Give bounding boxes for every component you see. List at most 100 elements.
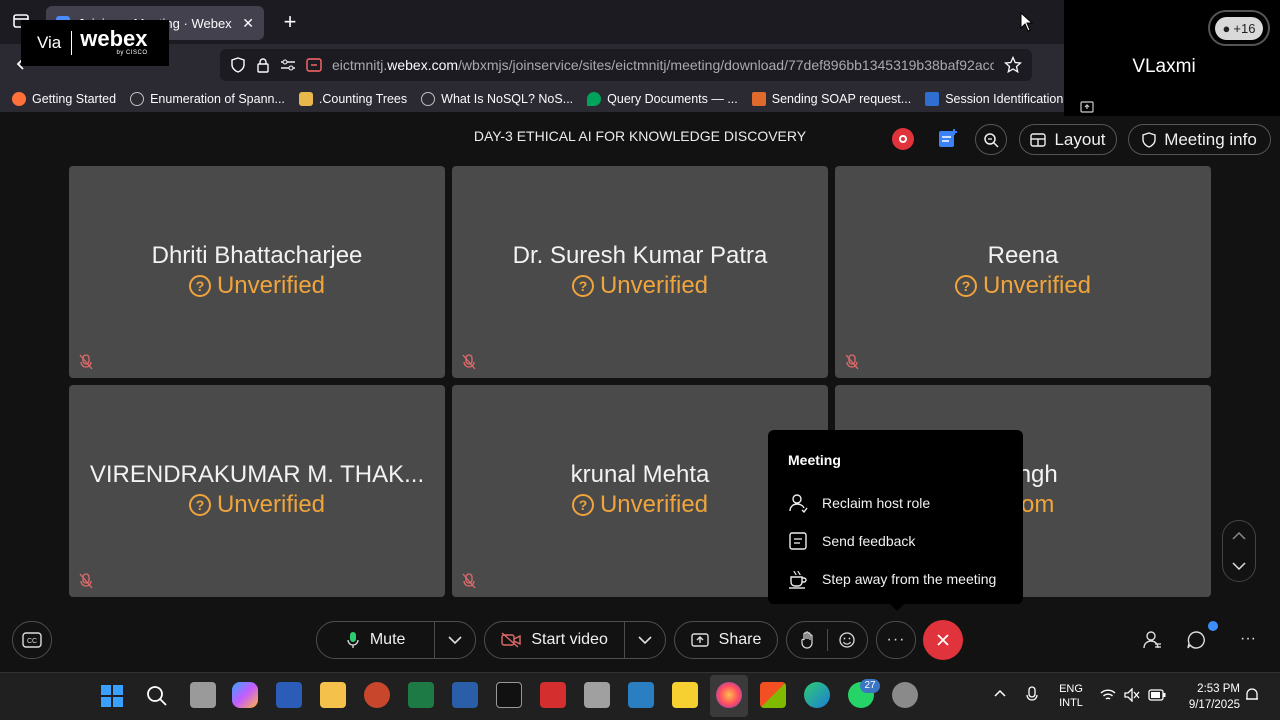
question-icon: ? [188,275,211,297]
menu-title: Meeting [788,452,841,468]
more-options-button[interactable]: ··· [876,621,916,659]
verification-status: ? Unverified [835,272,1211,300]
bookmark-item[interactable]: Sending SOAP request... [751,92,911,106]
permissions-icon[interactable] [280,58,296,72]
send-feedback-item[interactable]: Send feedback [788,522,1003,560]
wifi-icon[interactable] [1100,688,1116,702]
reactions-button[interactable] [827,622,867,658]
start-video-button[interactable]: Start video [485,622,624,658]
video-tile[interactable]: Reena ? Unverified [835,166,1211,378]
app-icon[interactable] [628,682,654,708]
acrobat-icon[interactable] [540,682,566,708]
chat-button[interactable] [1186,630,1206,650]
clock[interactable]: 2:53 PM 9/17/2025 [1176,681,1240,713]
video-tile[interactable]: Dhriti Bhattacharjee ? Unverified [69,166,445,378]
raise-hand-icon [801,631,813,649]
copilot-icon[interactable] [232,682,258,708]
store-icon[interactable] [760,682,786,708]
ellipsis-icon: ··· [886,631,906,648]
mic-muted-icon [462,354,476,370]
video-tile[interactable]: VIRENDRAKUMAR M. THAK... ? Unverified [69,385,445,597]
bookmark-item[interactable]: .Counting Trees [298,92,407,106]
zoom-button[interactable] [975,124,1007,155]
meeting-info-button[interactable]: Meeting info [1128,124,1271,155]
participants-button[interactable] [1142,630,1162,650]
firefox-icon[interactable] [716,682,742,708]
language-indicator[interactable]: ENG INTL [1056,682,1086,710]
shield-icon[interactable] [230,57,246,73]
badge-divider [71,31,73,55]
microphone-tray-icon[interactable] [1026,686,1038,704]
app-icon[interactable] [584,682,610,708]
layout-label: Layout [1054,129,1106,149]
bookmark-star-icon[interactable] [1004,56,1022,74]
powershell-icon[interactable] [452,682,478,708]
leave-meeting-button[interactable] [923,620,963,660]
more-panels-ellipsis-icon[interactable]: ··· [1240,630,1256,648]
excel-icon[interactable] [408,682,434,708]
tile-page-scroller[interactable] [1222,520,1256,582]
search-icon[interactable] [146,685,168,707]
url-bar[interactable]: eictmnitj.webex.com/wbxmjs/joinservice/s… [220,49,1032,81]
chevron-down-icon [638,636,652,644]
layout-button[interactable]: Layout [1019,124,1117,155]
participant-name: Reena [987,242,1059,269]
video-options-button[interactable] [625,622,665,658]
participant-name: Dr. Suresh Kumar Patra [512,242,768,269]
word-icon[interactable] [276,682,302,708]
notes-icon[interactable] [937,127,959,149]
chevron-up-icon[interactable] [994,689,1006,697]
battery-icon[interactable] [1148,689,1166,701]
mouse-cursor-icon [1020,12,1034,32]
popout-icon[interactable] [1080,101,1094,113]
video-tile[interactable]: Dr. Suresh Kumar Patra ? Unverified [452,166,828,378]
bookmark-item[interactable]: Enumeration of Spann... [130,92,285,106]
audio-options-button[interactable] [435,622,475,658]
recording-icon[interactable] [892,128,914,150]
task-view-icon[interactable] [190,682,216,708]
mute-button[interactable]: Mute [317,622,434,658]
volume-muted-icon[interactable] [1124,688,1140,702]
powerpoint-icon[interactable] [364,682,390,708]
chevron-up-icon [1232,532,1246,540]
url-text[interactable]: eictmnitj.webex.com/wbxmjs/joinservice/s… [332,57,994,73]
reactions-control [786,621,868,659]
edge-icon[interactable] [804,682,830,708]
question-icon: ? [571,275,594,297]
captions-button[interactable]: CC [12,621,52,659]
file-explorer-icon[interactable] [320,682,346,708]
participant-name: VIRENDRAKUMAR M. THAK... [89,461,425,488]
close-tab-icon[interactable]: ✕ [242,15,254,32]
reclaim-host-role-item[interactable]: Reclaim host role [788,484,1003,522]
step-away-item[interactable]: Step away from the meeting [788,560,1003,598]
blocked-popup-icon[interactable] [306,58,322,72]
participants-overflow-button[interactable]: ● +16 [1208,10,1270,46]
chat-bubble-icon [1187,631,1205,649]
closed-captions-icon: CC [22,632,42,648]
question-icon: ? [571,494,594,516]
share-button[interactable]: Share [674,621,778,659]
bookmark-item[interactable]: What Is NoSQL? NoS... [421,92,573,106]
notifications-icon[interactable] [1244,687,1260,703]
close-icon [937,634,949,646]
verification-status: ? Unverified [69,272,445,300]
lock-icon[interactable] [256,57,270,73]
bookmark-item[interactable]: Query Documents — ... [587,92,738,106]
windows-start-icon[interactable] [100,684,124,708]
share-label: Share [718,631,762,648]
bookmark-item[interactable]: Getting Started [12,92,116,106]
sticky-notes-icon[interactable] [672,682,698,708]
terminal-icon[interactable] [496,682,522,708]
bookmark-item[interactable]: Session Identification ... [925,92,1064,106]
settings-gear-icon[interactable] [892,682,918,708]
via-label: Via [37,33,62,52]
site-icon [751,92,766,106]
mic-muted-icon [79,354,93,370]
mic-muted-icon [845,354,859,370]
webex-badge: Via webex by CISCO [21,20,169,66]
firefox-icon [12,92,26,106]
w3-icon [925,92,940,106]
participants-icon [1143,631,1161,649]
new-tab-button[interactable]: + [278,10,302,34]
raise-hand-button[interactable] [787,622,827,658]
